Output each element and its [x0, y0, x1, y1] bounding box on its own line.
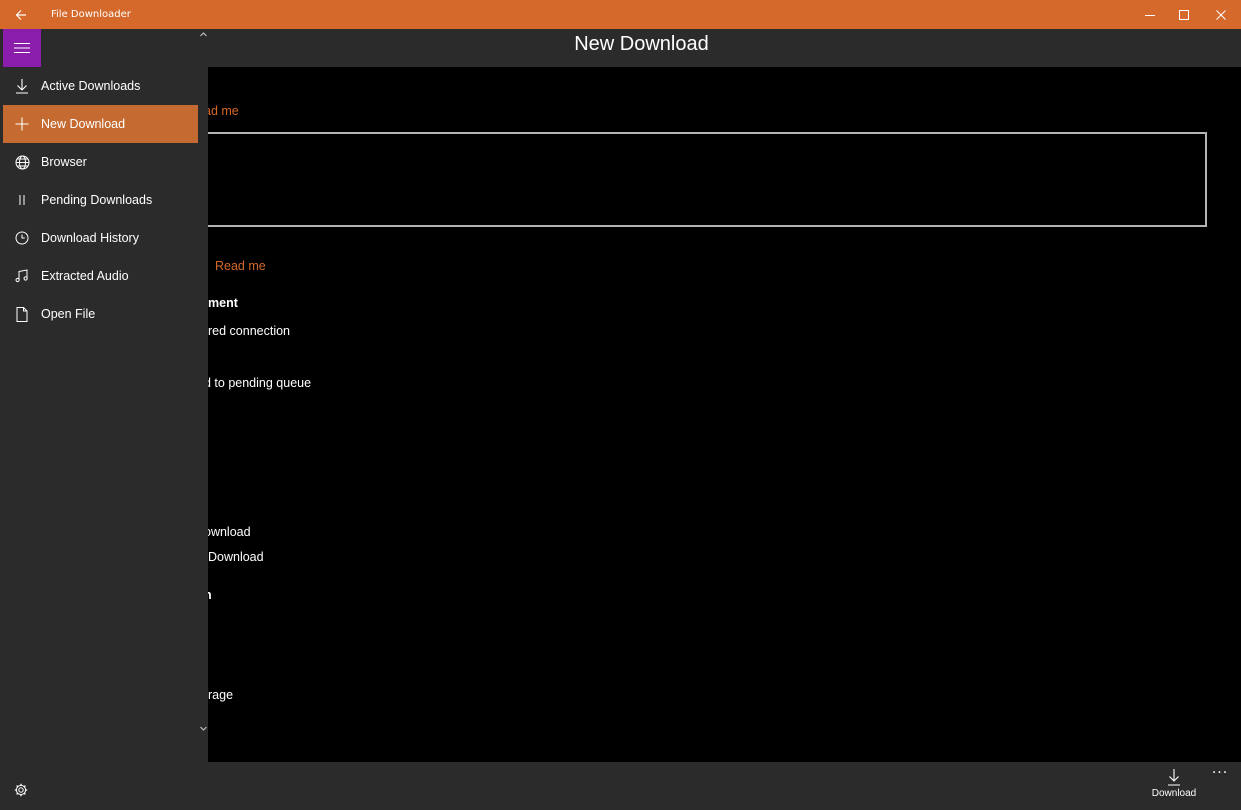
nav-item-new-download[interactable]: New Download	[3, 105, 198, 143]
nav-item-label: Open File	[41, 307, 96, 321]
option-text-connection[interactable]: red connection	[208, 324, 290, 338]
scroll-up-button[interactable]	[198, 29, 208, 39]
nav-item-label: Active Downloads	[41, 79, 141, 93]
back-button[interactable]	[0, 0, 42, 29]
nav-item-label: Extracted Audio	[41, 269, 129, 283]
download-icon	[1168, 769, 1180, 786]
download-icon	[16, 79, 28, 94]
maximize-icon	[1179, 9, 1189, 20]
read-me-link-1[interactable]: ad me	[204, 104, 239, 118]
read-me-link-2[interactable]: Read me	[215, 259, 266, 273]
back-arrow-icon	[15, 9, 26, 20]
music-note-icon	[15, 269, 28, 283]
nav-item-pending-downloads[interactable]: Pending Downloads	[3, 181, 198, 219]
chevron-down-icon	[199, 726, 207, 731]
globe-icon	[15, 155, 29, 169]
chevron-up-icon	[199, 31, 207, 36]
page-header: New Download	[42, 29, 1241, 67]
nav-item-download-history[interactable]: Download History	[3, 219, 198, 257]
url-input[interactable]	[190, 132, 1207, 227]
nav-item-extracted-audio[interactable]: Extracted Audio	[3, 257, 198, 295]
hamburger-icon	[14, 42, 30, 54]
section-heading: ment	[208, 296, 238, 310]
bottom-command-bar	[42, 762, 1241, 810]
download-button[interactable]: Download	[1146, 768, 1202, 808]
pause-icon	[19, 195, 25, 205]
title-bar: File Downloader	[0, 0, 1241, 29]
hamburger-button[interactable]	[3, 29, 41, 67]
nav-item-label: Pending Downloads	[41, 193, 153, 207]
settings-button[interactable]	[0, 770, 42, 810]
minimize-button[interactable]	[1132, 0, 1168, 29]
scroll-down-button[interactable]	[198, 723, 208, 733]
window-title: File Downloader	[51, 9, 131, 20]
option-text-download-1[interactable]: ownload	[204, 525, 251, 539]
close-icon	[1216, 9, 1226, 20]
more-options-button[interactable]: ···	[1206, 762, 1234, 784]
option-text-storage[interactable]: rage	[208, 688, 233, 702]
page-title: New Download	[574, 33, 709, 55]
maximize-button[interactable]	[1166, 0, 1202, 29]
navigation-pane: Active Downloads New Download Browser Pe…	[0, 29, 208, 762]
option-text-download-2[interactable]: Download	[208, 550, 264, 564]
plus-icon	[15, 117, 29, 131]
minimize-icon	[1145, 14, 1155, 16]
nav-item-label: Download History	[41, 231, 139, 245]
nav-item-label: Browser	[41, 155, 87, 169]
nav-item-label: New Download	[41, 117, 126, 131]
gear-icon	[14, 783, 28, 797]
clock-icon	[15, 231, 29, 245]
nav-item-active-downloads[interactable]: Active Downloads	[3, 67, 198, 105]
close-button[interactable]	[1203, 0, 1239, 29]
option-text-pending-queue[interactable]: d to pending queue	[204, 376, 311, 390]
file-icon	[16, 306, 28, 322]
nav-item-open-file[interactable]: Open File	[3, 295, 198, 333]
download-button-label: Download	[1151, 788, 1197, 799]
nav-item-browser[interactable]: Browser	[3, 143, 198, 181]
